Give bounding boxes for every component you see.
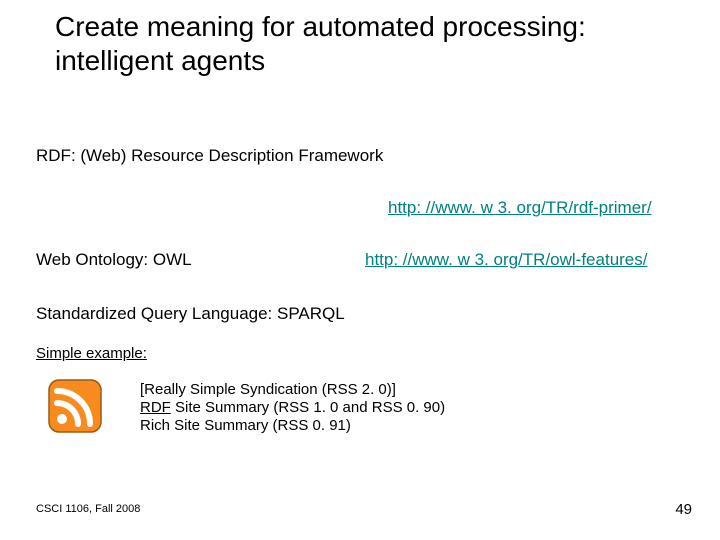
simple-example-label: Simple example:	[36, 345, 147, 362]
rdf-primer-link[interactable]: http: //www. w 3. org/TR/rdf-primer/	[388, 198, 652, 218]
owl-heading: Web Ontology: OWL	[36, 250, 192, 270]
rss-line-2-rdf: RDF	[140, 399, 171, 416]
sparql-heading: Standardized Query Language: SPARQL	[36, 304, 345, 324]
rss-line-3: Rich Site Summary (RSS 0. 91)	[140, 417, 445, 435]
rss-line-2: RDF Site Summary (RSS 1. 0 and RSS 0. 90…	[140, 399, 445, 417]
page-number: 49	[675, 501, 692, 518]
owl-features-link[interactable]: http: //www. w 3. org/TR/owl-features/	[365, 250, 647, 270]
rss-text-block: [Really Simple Syndication (RSS 2. 0)] R…	[140, 381, 445, 435]
slide-title: Create meaning for automated processing:…	[55, 10, 675, 77]
rss-line-2-rest: Site Summary (RSS 1. 0 and RSS 0. 90)	[171, 399, 445, 416]
footer-course: CSCI 1106, Fall 2008	[36, 503, 140, 515]
slide: Create meaning for automated processing:…	[0, 0, 720, 540]
rss-icon	[48, 379, 102, 433]
rdf-heading: RDF: (Web) Resource Description Framewor…	[36, 146, 383, 166]
rss-line-1: [Really Simple Syndication (RSS 2. 0)]	[140, 381, 445, 399]
